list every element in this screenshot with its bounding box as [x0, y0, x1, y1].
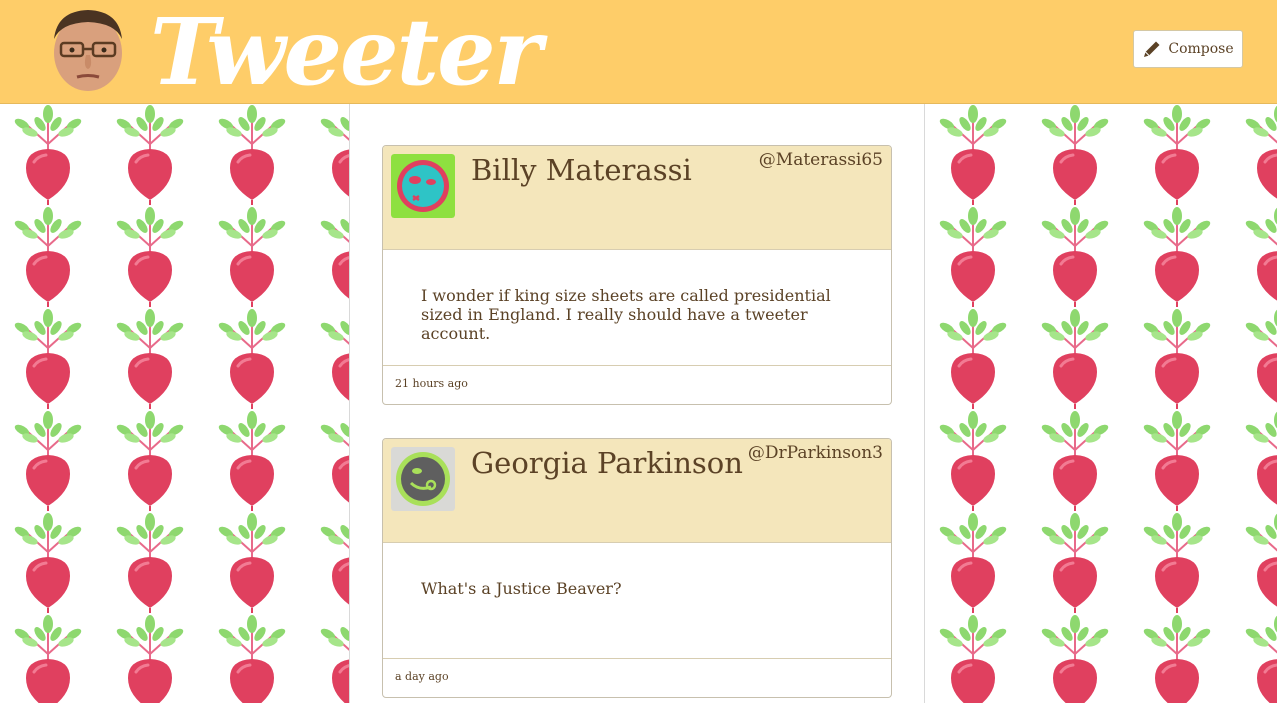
- tweet-author-handle[interactable]: @Materassi65: [759, 150, 883, 170]
- tweet-feed: Billy Materassi @Materassi65 I wonder if…: [350, 104, 924, 703]
- tweet-timestamp: 21 hours ago: [395, 377, 468, 390]
- tweet-text: I wonder if king size sheets are called …: [421, 286, 831, 343]
- user-profile-avatar: [54, 10, 122, 91]
- tweet-header: Billy Materassi @Materassi65: [383, 146, 891, 250]
- tweet-body: What's a Justice Beaver?: [383, 543, 891, 659]
- tweet-footer: a day ago: [383, 659, 891, 697]
- pencil-icon: [1144, 41, 1160, 57]
- alien-avatar-icon: [391, 154, 455, 218]
- compose-button[interactable]: Compose: [1133, 30, 1243, 68]
- alien-avatar-icon: [391, 447, 455, 511]
- tweet-card: Billy Materassi @Materassi65 I wonder if…: [382, 145, 892, 405]
- tweet-header: Georgia Parkinson @DrParkinson3: [383, 439, 891, 543]
- brand-title: Tweeter: [150, 0, 542, 106]
- compose-label: Compose: [1168, 41, 1234, 57]
- beet-background-right: [924, 104, 1277, 703]
- tweet-author-handle[interactable]: @DrParkinson3: [748, 443, 883, 463]
- tweet-card: Georgia Parkinson @DrParkinson3 What's a…: [382, 438, 892, 698]
- tweet-body: I wonder if king size sheets are called …: [383, 250, 891, 366]
- tweet-author-name: Billy Materassi: [471, 153, 692, 187]
- top-nav: Tweeter Compose: [0, 0, 1277, 106]
- tweet-timestamp: a day ago: [395, 670, 449, 683]
- tweet-author-name: Georgia Parkinson: [471, 446, 743, 480]
- beet-background-left: [0, 104, 350, 703]
- tweet-footer: 21 hours ago: [383, 366, 891, 404]
- tweet-text: What's a Justice Beaver?: [421, 579, 622, 598]
